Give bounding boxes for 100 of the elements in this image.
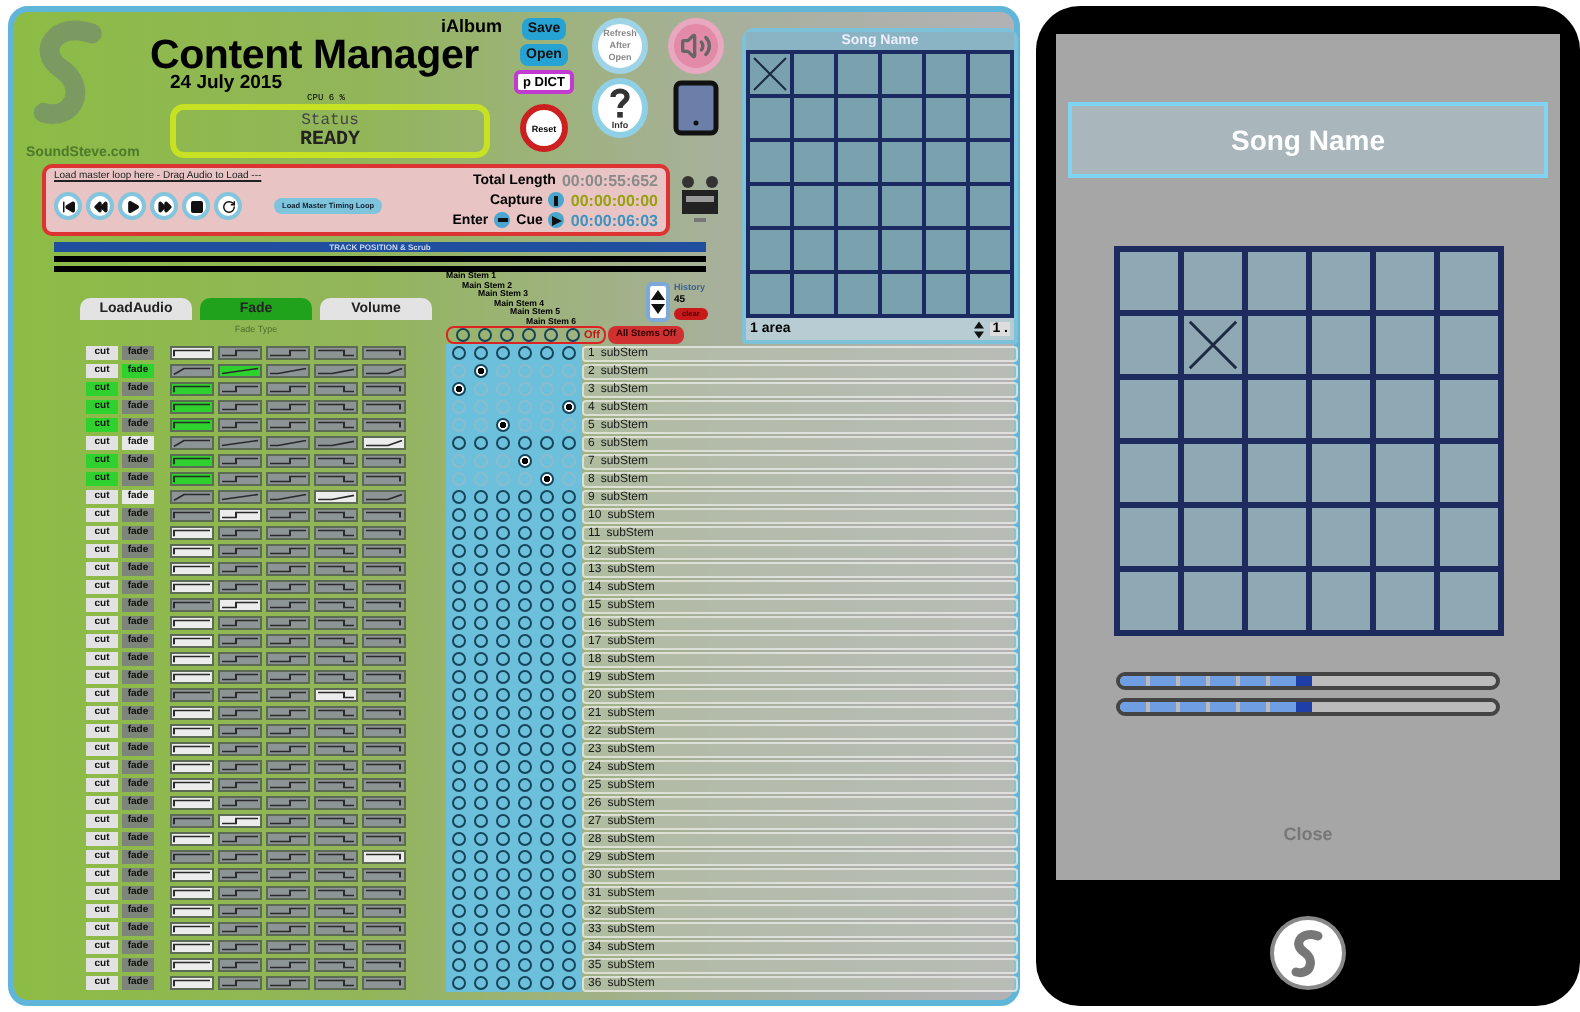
stem-radio[interactable] — [452, 652, 466, 666]
stem-radio[interactable] — [562, 742, 576, 756]
stem-radio[interactable] — [474, 472, 488, 486]
fade-curve-button[interactable] — [170, 652, 214, 666]
home-button[interactable] — [1270, 916, 1346, 990]
stem-radio[interactable] — [518, 832, 532, 846]
stem-radio[interactable] — [474, 832, 488, 846]
stem-radio[interactable] — [452, 454, 466, 468]
stem-radio[interactable] — [474, 778, 488, 792]
stem-off-radio[interactable] — [456, 328, 470, 342]
song-grid-cell[interactable] — [882, 186, 922, 226]
skip-back-button[interactable] — [54, 192, 82, 220]
stem-radio[interactable] — [452, 886, 466, 900]
stem-radio[interactable] — [496, 706, 510, 720]
song-grid-cell[interactable] — [838, 142, 878, 182]
fade-curve-button[interactable] — [218, 598, 262, 612]
stem-radio[interactable] — [540, 886, 554, 900]
stem-radio[interactable] — [562, 922, 576, 936]
song-grid-cell[interactable] — [970, 98, 1010, 138]
stem-radio[interactable] — [562, 346, 576, 360]
fade-curve-button[interactable] — [170, 922, 214, 936]
stem-radio[interactable] — [540, 490, 554, 504]
stem-radio[interactable] — [518, 616, 532, 630]
stem-radio[interactable] — [474, 598, 488, 612]
stem-radio[interactable] — [452, 940, 466, 954]
stem-radio[interactable] — [562, 940, 576, 954]
stem-radio[interactable] — [540, 364, 554, 378]
song-grid-cell[interactable] — [750, 98, 790, 138]
song-grid-cell[interactable] — [1119, 316, 1177, 374]
stem-radio[interactable] — [452, 544, 466, 558]
song-grid-cell[interactable] — [970, 230, 1010, 270]
fade-curve-button[interactable] — [170, 472, 214, 486]
song-grid-cell[interactable] — [926, 274, 966, 314]
fade-curve-button[interactable] — [170, 454, 214, 468]
stem-radio[interactable] — [452, 958, 466, 972]
stem-radio[interactable] — [496, 958, 510, 972]
stem-radio[interactable] — [496, 796, 510, 810]
stem-radio[interactable] — [496, 616, 510, 630]
stem-radio[interactable] — [452, 562, 466, 576]
stem-radio[interactable] — [496, 400, 510, 414]
stem-radio[interactable] — [496, 382, 510, 396]
song-grid-cell[interactable] — [1183, 508, 1241, 566]
song-grid-cell[interactable] — [794, 142, 834, 182]
stem-radio[interactable] — [496, 454, 510, 468]
stem-radio[interactable] — [562, 886, 576, 900]
stem-radio[interactable] — [474, 634, 488, 648]
stem-radio[interactable] — [496, 418, 510, 432]
stem-radio[interactable] — [540, 634, 554, 648]
song-grid-cell[interactable] — [1311, 572, 1369, 630]
stem-radio[interactable] — [474, 616, 488, 630]
stem-radio[interactable] — [496, 652, 510, 666]
fade-curve-button[interactable] — [170, 400, 214, 414]
stem-radio[interactable] — [496, 760, 510, 774]
stem-radio[interactable] — [518, 760, 532, 774]
song-grid-cell[interactable] — [1439, 444, 1497, 502]
stem-radio[interactable] — [518, 958, 532, 972]
stem-radio[interactable] — [562, 598, 576, 612]
stem-radio[interactable] — [474, 670, 488, 684]
stem-radio[interactable] — [540, 940, 554, 954]
stem-radio[interactable] — [496, 814, 510, 828]
stem-radio[interactable] — [518, 526, 532, 540]
stem-radio[interactable] — [562, 796, 576, 810]
stem-radio[interactable] — [474, 364, 488, 378]
song-grid-cell[interactable] — [926, 230, 966, 270]
fade-curve-button[interactable] — [170, 418, 214, 432]
fade-curve-button[interactable] — [170, 760, 214, 774]
stem-radio[interactable] — [540, 598, 554, 612]
stem-radio[interactable] — [474, 688, 488, 702]
fade-curve-button[interactable] — [170, 742, 214, 756]
song-grid-cell[interactable] — [1311, 252, 1369, 310]
fade-curve-button[interactable] — [218, 814, 262, 828]
stem-radio[interactable] — [474, 868, 488, 882]
stem-radio[interactable] — [540, 454, 554, 468]
stem-radio[interactable] — [562, 580, 576, 594]
fade-curve-button[interactable] — [218, 364, 262, 378]
song-grid-cell[interactable] — [926, 98, 966, 138]
song-grid-cell[interactable] — [838, 274, 878, 314]
stem-radio[interactable] — [562, 418, 576, 432]
stem-radio[interactable] — [518, 598, 532, 612]
stem-radio[interactable] — [540, 508, 554, 522]
stem-radio[interactable] — [474, 436, 488, 450]
stem-radio[interactable] — [518, 976, 532, 990]
cue-button[interactable] — [548, 212, 565, 228]
stem-radio[interactable] — [452, 472, 466, 486]
fade-curve-button[interactable] — [362, 850, 406, 864]
stem-radio[interactable] — [562, 544, 576, 558]
song-grid-cell[interactable] — [1375, 316, 1433, 374]
stem-radio[interactable] — [518, 814, 532, 828]
stem-radio[interactable] — [452, 580, 466, 594]
stem-radio[interactable] — [518, 508, 532, 522]
stem-radio[interactable] — [474, 562, 488, 576]
stem-radio[interactable] — [452, 868, 466, 882]
fade-curve-button[interactable] — [170, 832, 214, 846]
stem-radio[interactable] — [474, 508, 488, 522]
stem-radio[interactable] — [452, 670, 466, 684]
stem-radio[interactable] — [496, 526, 510, 540]
stem-radio[interactable] — [452, 490, 466, 504]
fade-curve-button[interactable] — [170, 346, 214, 360]
stem-radio[interactable] — [452, 832, 466, 846]
stem-radio[interactable] — [496, 976, 510, 990]
